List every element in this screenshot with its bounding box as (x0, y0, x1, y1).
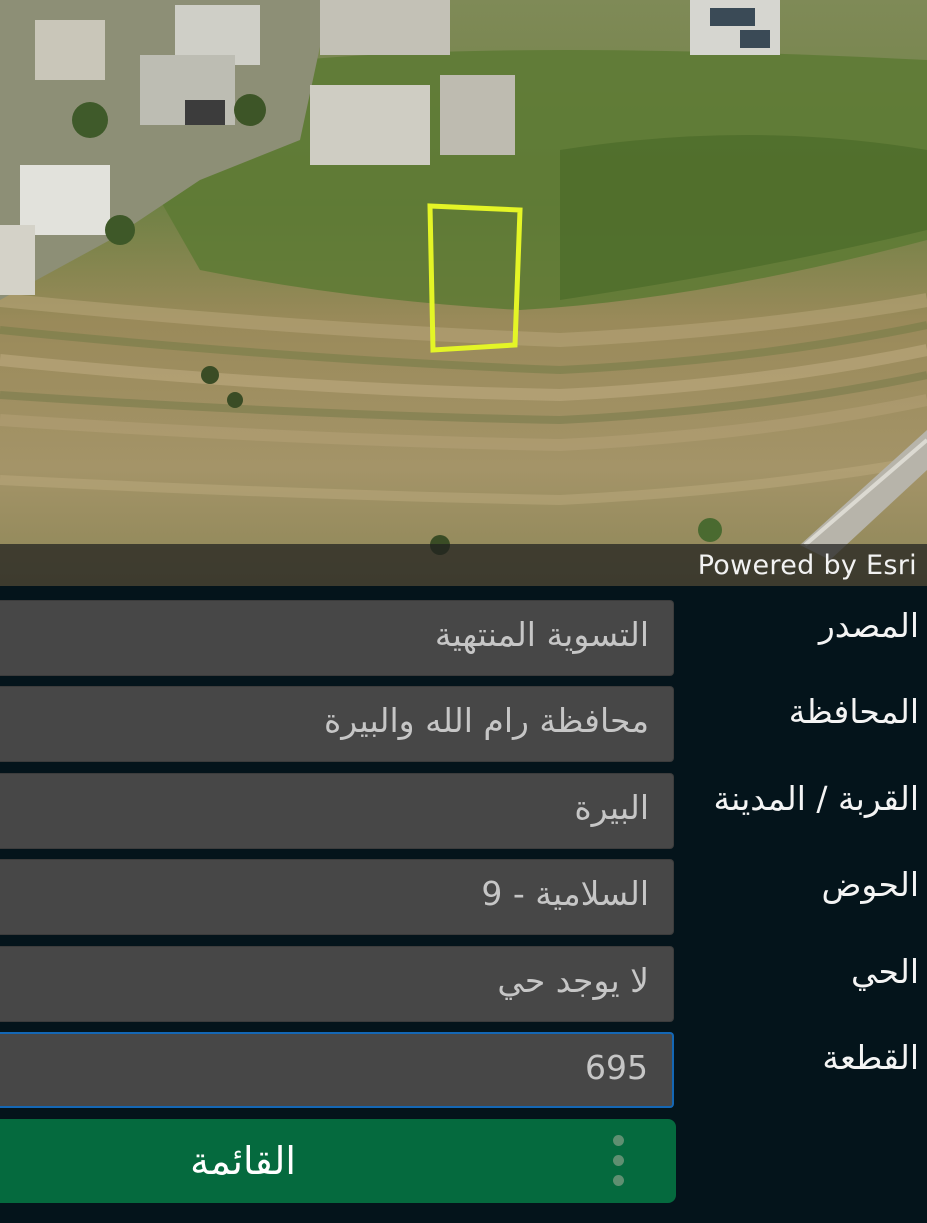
parcel-number-label: القطعة (822, 1038, 919, 1077)
governorate-label: المحافظة (788, 692, 919, 731)
satellite-map[interactable]: Powered by Esri (0, 0, 927, 586)
source-row: التسوية المنتهية المصدر (0, 600, 927, 678)
village-city-field[interactable]: البيرة (0, 773, 674, 849)
basin-field[interactable]: السلامية - 9 (0, 859, 674, 935)
list-button[interactable]: القائمة (0, 1119, 676, 1203)
neighborhood-label: الحي (850, 952, 919, 991)
parcel-number-field[interactable]: 695 (0, 1032, 674, 1108)
village-city-row: البيرة القربة / المدينة (0, 773, 927, 851)
neighborhood-field[interactable]: لا يوجد حي (0, 946, 674, 1022)
village-city-label: القربة / المدينة (713, 779, 919, 818)
neighborhood-row: لا يوجد حي الحي (0, 946, 927, 1024)
governorate-row: محافظة رام الله والبيرة المحافظة (0, 686, 927, 764)
dot-bottom (613, 1175, 624, 1186)
vertical-dots-icon[interactable] (608, 1133, 628, 1189)
governorate-field[interactable]: محافظة رام الله والبيرة (0, 686, 674, 762)
map-attribution-bar: Powered by Esri (0, 544, 927, 586)
source-label: المصدر (818, 606, 919, 645)
dot-top (613, 1135, 624, 1146)
parcel-info-panel: التسوية المنتهية المصدر محافظة رام الله … (0, 586, 927, 1223)
dot-middle (613, 1155, 624, 1166)
source-field[interactable]: التسوية المنتهية (0, 600, 674, 676)
basin-row: السلامية - 9 الحوض (0, 859, 927, 937)
basin-label: الحوض (821, 865, 919, 904)
satellite-imagery (0, 0, 927, 586)
list-button-label: القائمة (190, 1139, 296, 1183)
parcel-row: 695 القطعة (0, 1032, 927, 1110)
attribution-text: Powered by Esri (697, 550, 917, 581)
